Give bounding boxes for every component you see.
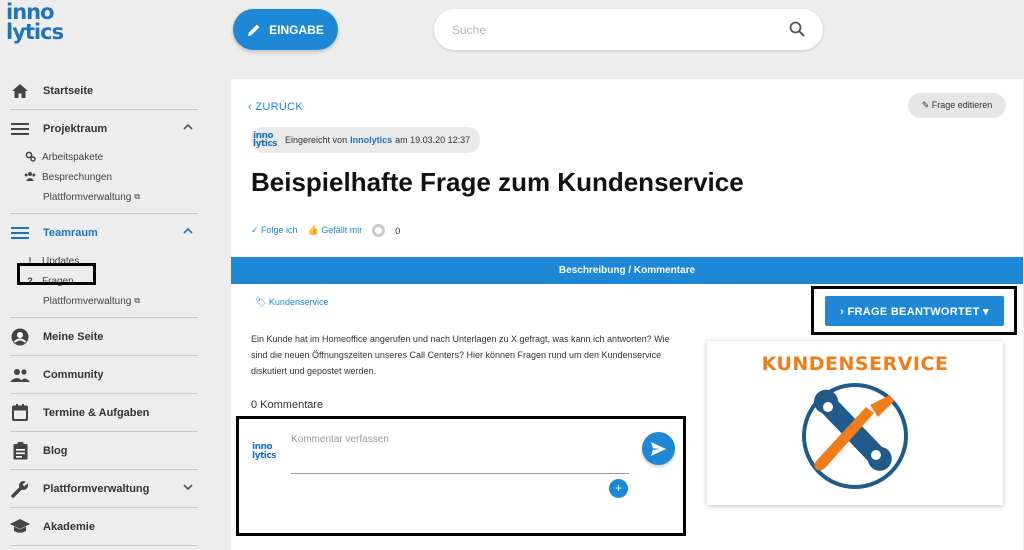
question-card: ‹ ZURÜCK ✎ Frage editieren inno lytics Ei… xyxy=(231,79,1023,550)
chevron-down-icon[interactable] xyxy=(182,481,194,493)
back-link[interactable]: ‹ ZURÜCK xyxy=(248,101,303,113)
sidebar-item-startseite[interactable]: Startseite xyxy=(0,72,200,109)
graduation-cap-icon xyxy=(10,517,30,537)
subitem-label: Arbeitspakete xyxy=(42,151,104,163)
sidebar-item-label: Startseite xyxy=(43,84,94,97)
pencil-icon xyxy=(248,24,260,36)
chevron-up-icon[interactable] xyxy=(182,225,194,237)
sidebar-item-plattformverwaltung[interactable]: Plattformverwaltung xyxy=(0,470,200,507)
sidebar-subitem-besprechungen[interactable]: Besprechungen xyxy=(0,167,200,187)
sidebar-item-blog[interactable]: Blog xyxy=(0,432,200,469)
group-icon xyxy=(24,171,36,183)
eingabe-label: EINGABE xyxy=(269,22,324,37)
subitem-label: Besprechungen xyxy=(42,171,113,183)
search-input[interactable]: Suche xyxy=(434,9,823,50)
search-placeholder: Suche xyxy=(452,23,487,37)
sidebar-item-label: Meine Seite xyxy=(43,330,104,343)
edit-question-button[interactable]: ✎ Frage editieren xyxy=(908,93,1006,118)
home-icon xyxy=(10,81,30,101)
page-title: Beispielhafte Frage zum Kundenservice xyxy=(251,167,744,197)
subitem-label: Plattformverwaltung xyxy=(43,295,132,307)
highlight-frame-answered: › FRAGE BEANTWORTET ▾ xyxy=(811,286,1017,335)
like-count: 0 xyxy=(395,225,401,236)
tab-beschreibung-kommentare[interactable]: Beschreibung / Kommentare xyxy=(231,257,1023,284)
sidebar-item-teamraum[interactable]: Teamraum xyxy=(0,214,200,251)
comment-input-underline xyxy=(291,473,629,474)
submitted-info: inno lytics Eingereicht von Innolytics am… xyxy=(251,127,481,153)
sidebar-item-akademie[interactable]: Akademie xyxy=(0,508,200,545)
account-icon xyxy=(10,327,30,347)
clipboard-icon xyxy=(10,441,30,461)
external-link-icon: ⧉ xyxy=(134,192,141,201)
like-button[interactable]: 👍 Gefällt mir xyxy=(308,225,363,236)
sidebar-item-meine-seite[interactable]: Meine Seite xyxy=(0,318,200,355)
comment-input[interactable]: Kommentar verfassen xyxy=(291,434,389,445)
sidebar-subitem-plattformverwaltung-1[interactable]: Plattformverwaltung ⧉ xyxy=(0,187,200,207)
sidebar-item-community[interactable]: Community xyxy=(0,356,200,393)
add-attachment-button[interactable]: + xyxy=(609,479,628,498)
comments-count: 0 Kommentare xyxy=(251,399,324,411)
tools-icon xyxy=(802,383,908,489)
question-description: Ein Kunde hat im Homeoffice angerufen un… xyxy=(251,334,670,376)
innolytics-logo[interactable]: inno lytics xyxy=(6,0,66,44)
like-count-icon xyxy=(372,224,386,237)
people-icon xyxy=(10,365,30,385)
divider xyxy=(10,545,198,546)
logo-line-2: lytics xyxy=(6,20,64,44)
highlight-frame-fragen xyxy=(17,263,96,285)
sidebar-item-label: Blog xyxy=(43,444,68,457)
send-icon xyxy=(651,441,666,456)
sidebar-item-termine[interactable]: Termine & Aufgaben xyxy=(0,394,200,431)
cogs-icon xyxy=(24,151,36,164)
tag-kundenservice[interactable]: 🏷 Kundenservice xyxy=(255,297,328,308)
sidebar-nav: Startseite Projektraum Arbeitspakete Bes… xyxy=(0,72,200,546)
menu-icon xyxy=(10,119,30,139)
sidebar-subitem-plattformverwaltung-2[interactable]: Plattformverwaltung ⧉ xyxy=(0,291,200,311)
subitem-label: Plattformverwaltung xyxy=(43,191,132,203)
sidebar-item-label: Termine & Aufgaben xyxy=(43,406,150,419)
submitted-author[interactable]: Innolytics xyxy=(350,135,392,145)
sidebar-item-label: Projektraum xyxy=(43,122,108,135)
search-icon[interactable] xyxy=(789,21,805,37)
logo-line-1: inno xyxy=(6,0,55,24)
follow-button[interactable]: ✓ Folge ich xyxy=(251,225,298,236)
eingabe-button[interactable]: EINGABE xyxy=(233,9,338,50)
wrench-icon xyxy=(10,479,30,499)
comment-composer: inno lytics Kommentar verfassen + xyxy=(236,416,686,536)
frage-beantwortet-button[interactable]: › FRAGE BEANTWORTET ▾ xyxy=(825,296,1004,326)
sidebar-item-label: Teamraum xyxy=(43,226,98,239)
sidebar-item-label: Community xyxy=(43,368,104,381)
menu-icon xyxy=(10,223,30,243)
sidebar-item-label: Akademie xyxy=(43,520,95,533)
send-button[interactable] xyxy=(642,432,675,465)
sidebar-item-projektraum[interactable]: Projektraum xyxy=(0,110,200,147)
calendar-icon xyxy=(10,403,30,423)
submitted-date: am 19.03.20 12:37 xyxy=(395,135,471,145)
image-title: KUNDENSERVICE xyxy=(761,353,949,375)
kundenservice-image: KUNDENSERVICE xyxy=(707,341,1003,505)
innolytics-mini-logo: inno lytics xyxy=(253,131,278,149)
external-link-icon: ⧉ xyxy=(134,296,141,305)
innolytics-mini-logo: inno lytics xyxy=(252,442,277,461)
sidebar-item-label: Plattformverwaltung xyxy=(43,482,150,495)
question-actions: ✓ Folge ich 👍 Gefällt mir 0 xyxy=(251,224,410,237)
submitted-prefix: Eingereicht von xyxy=(285,135,348,145)
sidebar-subitem-arbeitspakete[interactable]: Arbeitspakete xyxy=(0,147,200,167)
chevron-up-icon[interactable] xyxy=(182,121,194,133)
